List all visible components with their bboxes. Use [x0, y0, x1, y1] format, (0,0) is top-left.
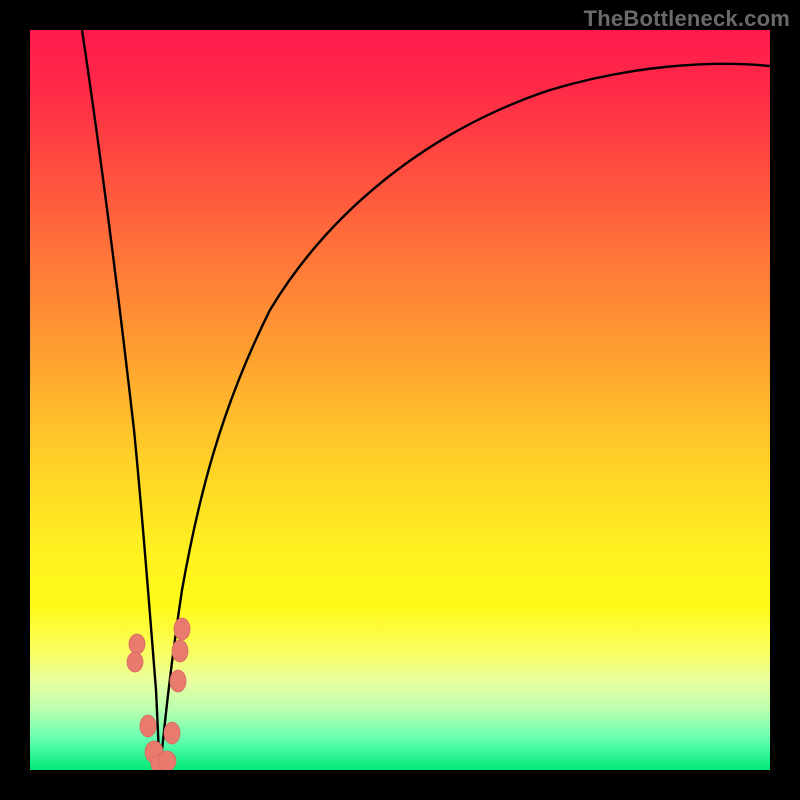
- marker-group: [127, 618, 190, 770]
- curve-overlay: [30, 30, 770, 770]
- marker-dot: [158, 751, 176, 770]
- marker-dot: [174, 618, 190, 640]
- chart-frame: TheBottleneck.com: [0, 0, 800, 800]
- marker-dot: [140, 715, 156, 737]
- marker-dot: [172, 640, 188, 662]
- marker-dot: [164, 722, 180, 744]
- marker-dot: [170, 670, 186, 692]
- left-branch-path: [82, 30, 160, 770]
- marker-dot: [129, 634, 145, 654]
- right-branch-path: [160, 64, 770, 770]
- watermark-text: TheBottleneck.com: [584, 6, 790, 32]
- plot-area: [30, 30, 770, 770]
- marker-dot: [127, 652, 143, 672]
